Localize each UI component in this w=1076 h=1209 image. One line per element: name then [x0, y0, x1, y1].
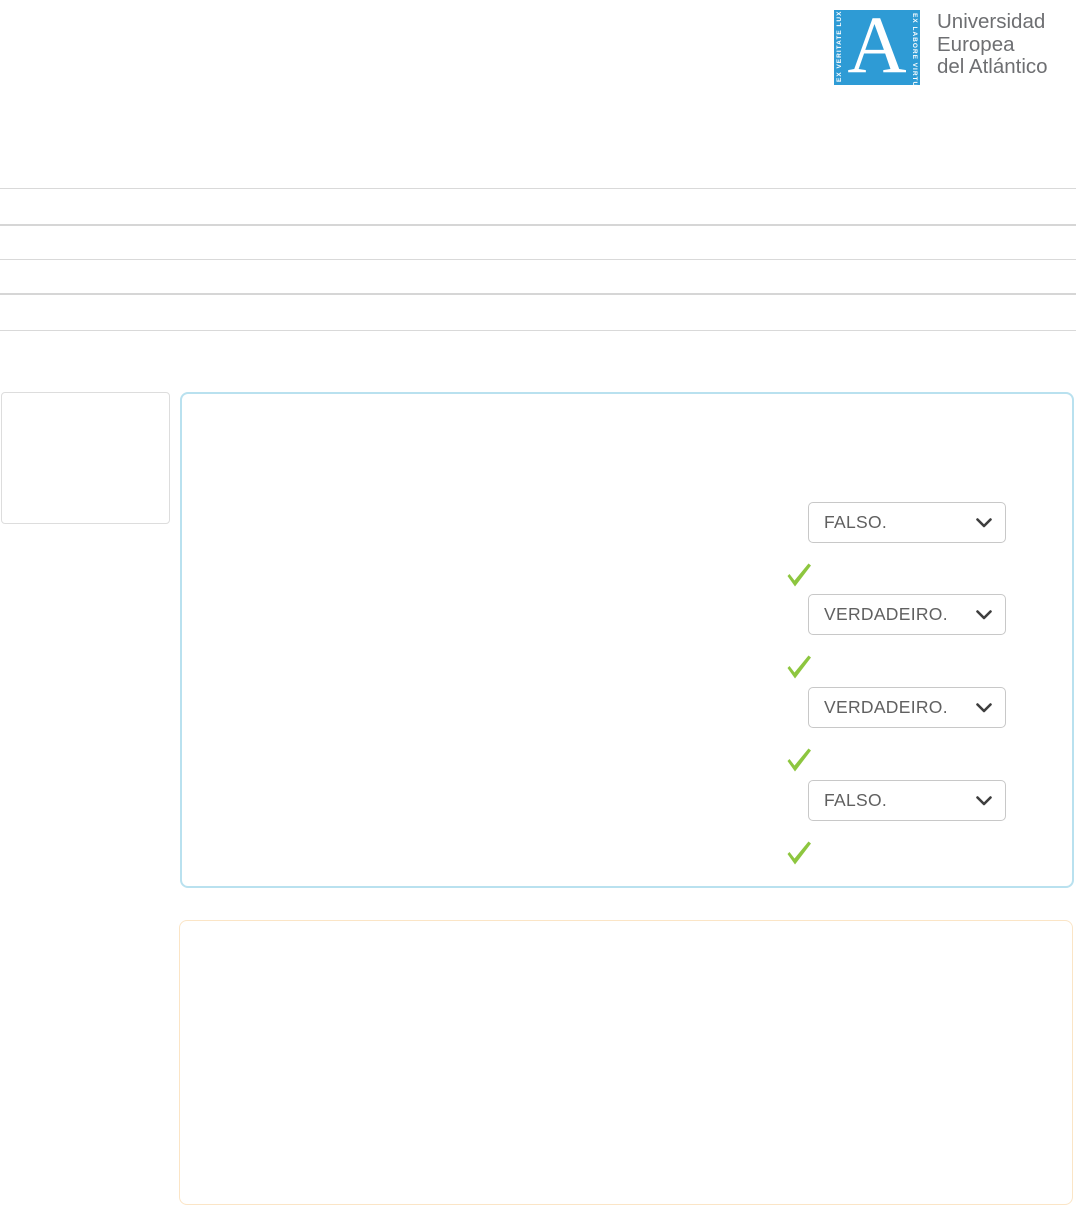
university-logo: EX VERITATE LUX A EX LABORE VIRTUS Unive…: [834, 10, 1048, 85]
answer-select-1-value: FALSO.: [824, 512, 888, 532]
divider-line: [0, 293, 1076, 295]
question-content-box: FALSO. VERDADEIRO. VERDADEIRO. FALSO.: [180, 392, 1074, 888]
answer-select-2-value: VERDADEIRO.: [824, 604, 948, 624]
university-name: Universidad Europea del Atlántico: [937, 10, 1048, 85]
correct-check-icon: [786, 563, 812, 587]
university-name-line-3: del Atlántico: [937, 55, 1048, 78]
divider-line: [0, 259, 1076, 260]
correct-check-icon: [786, 655, 812, 679]
university-name-line-2: Europea: [937, 32, 1015, 56]
chevron-down-icon: [976, 517, 992, 528]
answer-select-3-value: VERDADEIRO.: [824, 697, 948, 717]
divider-line: [0, 224, 1076, 226]
answer-select-3[interactable]: VERDADEIRO.: [808, 687, 1006, 728]
answer-select-2[interactable]: VERDADEIRO.: [808, 594, 1006, 635]
chevron-down-icon: [976, 609, 992, 620]
answer-row: FALSO.: [182, 780, 1072, 870]
answer-row: VERDADEIRO.: [182, 687, 1072, 777]
quiz-review-page: EX VERITATE LUX A EX LABORE VIRTUS Unive…: [0, 0, 1076, 1209]
feedback-box: [179, 920, 1073, 1205]
correct-check-icon: [786, 841, 812, 865]
university-name-line-1: Universidad: [937, 10, 1046, 33]
correct-check-icon: [786, 748, 812, 772]
answer-row: FALSO.: [182, 502, 1072, 592]
crest-letter: A: [847, 10, 907, 85]
answer-select-4[interactable]: FALSO.: [808, 780, 1006, 821]
university-crest: EX VERITATE LUX A EX LABORE VIRTUS: [834, 10, 920, 85]
answer-select-4-value: FALSO.: [824, 790, 888, 810]
chevron-down-icon: [976, 795, 992, 806]
answer-row: VERDADEIRO.: [182, 594, 1072, 684]
answer-select-1[interactable]: FALSO.: [808, 502, 1006, 543]
divider-line: [0, 188, 1076, 189]
crest-motto-right: EX LABORE VIRTUS: [911, 13, 918, 85]
chevron-down-icon: [976, 702, 992, 713]
question-info-box: [1, 392, 170, 524]
divider-line: [0, 330, 1076, 331]
